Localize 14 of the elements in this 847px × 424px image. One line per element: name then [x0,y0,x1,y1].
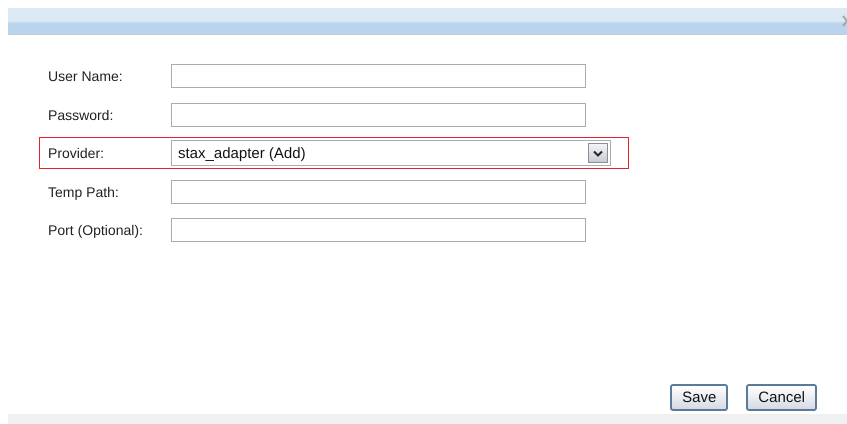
input-field[interactable] [171,64,586,88]
field-label: Port (Optional): [48,222,144,238]
field-label: Provider: [48,145,106,161]
field-label: Password: [48,106,114,122]
input-field[interactable] [171,218,586,242]
input-field[interactable] [171,180,586,204]
input-field[interactable] [171,102,586,126]
field-label: User Name: [48,68,124,84]
field-label: Temp Path: [48,184,120,200]
close-icon[interactable] [842,15,847,27]
chevron-down-icon [593,150,603,156]
dialog-button[interactable]: Cancel [746,384,817,411]
dialog-button[interactable]: Save [670,384,728,411]
dropdown[interactable]: stax_adapter (Add) [171,140,611,166]
